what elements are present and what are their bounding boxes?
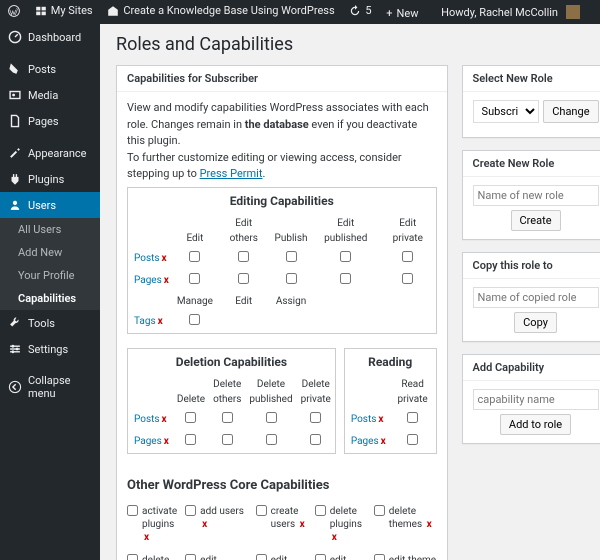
other-caps-section: Other WordPress Core Capabilities activa… <box>127 476 437 560</box>
cap-checkbox[interactable] <box>374 505 385 516</box>
menu-appearance[interactable]: Appearance <box>0 140 100 166</box>
submenu-add-new[interactable]: Add New <box>0 241 100 264</box>
add-capability-box: Add Capability Add to role <box>462 354 600 444</box>
change-button[interactable]: Change <box>543 100 598 123</box>
page-title: Roles and Capabilities <box>116 34 584 55</box>
collapse-menu[interactable]: Collapse menu <box>0 368 100 406</box>
site-name-link[interactable]: Create a Knowledge Base Using WordPress <box>107 4 334 17</box>
box-heading: Capabilities for Subscriber <box>117 66 447 92</box>
copy-role-box: Copy this role to Copy <box>462 252 600 342</box>
menu-dashboard[interactable]: Dashboard <box>0 24 100 50</box>
create-role-box: Create New Role Create <box>462 150 600 240</box>
intro-text: View and modify capabilities WordPress a… <box>127 100 437 150</box>
capability-input[interactable] <box>473 389 599 410</box>
cap-checkbox[interactable] <box>315 554 326 560</box>
submenu-all-users[interactable]: All Users <box>0 218 100 241</box>
press-permit-link[interactable]: Press Permit <box>200 167 263 180</box>
cap-checkbox[interactable] <box>256 505 267 516</box>
add-to-role-button[interactable]: Add to role <box>500 414 571 435</box>
cap-item: edit plugins x <box>315 554 366 560</box>
edit-posts-row: Postsx <box>128 248 436 270</box>
editing-table: Editing Capabilities EditEdit othersPubl… <box>127 187 437 334</box>
menu-media[interactable]: Media <box>0 82 100 108</box>
copy-button[interactable]: Copy <box>514 312 557 333</box>
my-sites-link[interactable]: My Sites <box>35 4 93 17</box>
cap-item: delete themes x <box>374 505 437 544</box>
cap-item: edit files x <box>256 554 307 560</box>
cap-checkbox[interactable] <box>127 554 138 560</box>
cap-item: edit theme options x <box>374 554 437 560</box>
deletion-table: Deletion Capabilities DeleteDelete other… <box>127 348 336 454</box>
main-content: Roles and Capabilities Capabilities for … <box>100 24 600 560</box>
reading-table: Reading Read private Postsx Pagesx <box>344 348 437 454</box>
cap-checkbox[interactable] <box>127 505 138 516</box>
edit-pages-row: Pagesx <box>128 270 436 292</box>
howdy-link[interactable]: Howdy, Rachel McCollin <box>441 5 580 19</box>
cap-item: edit dashboard x <box>185 554 247 560</box>
menu-settings[interactable]: Settings <box>0 336 100 362</box>
menu-plugins[interactable]: Plugins <box>0 166 100 192</box>
cap-checkbox[interactable] <box>315 505 326 516</box>
submenu-capabilities[interactable]: Capabilities <box>0 287 100 310</box>
cap-checkbox[interactable] <box>374 554 385 560</box>
select-role-box: Select New Role Subscriber Change <box>462 65 600 138</box>
create-button[interactable]: Create <box>511 210 561 231</box>
admin-menu: Dashboard Posts Media Pages Appearance P… <box>0 24 100 560</box>
manage-header-row: ManageEditAssign <box>128 292 436 311</box>
capabilities-box: Capabilities for Subscriber View and mod… <box>116 65 448 560</box>
copy-role-input[interactable] <box>473 287 599 308</box>
create-role-input[interactable] <box>473 185 599 206</box>
cap-item: delete users x <box>127 554 177 560</box>
admin-bar: My Sites Create a Knowledge Base Using W… <box>0 0 600 24</box>
role-select[interactable]: Subscriber <box>473 100 540 123</box>
cap-item: add users x <box>185 505 247 544</box>
menu-tools[interactable]: Tools <box>0 310 100 336</box>
cap-item: delete plugins x <box>315 505 366 544</box>
avatar <box>566 5 580 19</box>
cap-checkbox[interactable] <box>185 554 196 560</box>
menu-posts[interactable]: Posts <box>0 56 100 82</box>
cap-item: activate plugins x <box>127 505 177 544</box>
updates-link[interactable]: 5 <box>349 4 371 17</box>
menu-pages[interactable]: Pages <box>0 108 100 134</box>
menu-users[interactable]: Users <box>0 192 100 218</box>
tags-row: Tagsx <box>128 311 436 333</box>
cap-checkbox[interactable] <box>256 554 267 560</box>
wp-logo[interactable] <box>8 5 20 17</box>
new-link[interactable]: + New <box>386 7 418 20</box>
cap-checkbox[interactable] <box>185 505 196 516</box>
submenu-profile[interactable]: Your Profile <box>0 264 100 287</box>
submenu-users: All Users Add New Your Profile Capabilit… <box>0 218 100 310</box>
cap-item: create users x <box>256 505 307 544</box>
edit-header-row: EditEdit othersPublishEdit publishedEdit… <box>128 214 436 248</box>
